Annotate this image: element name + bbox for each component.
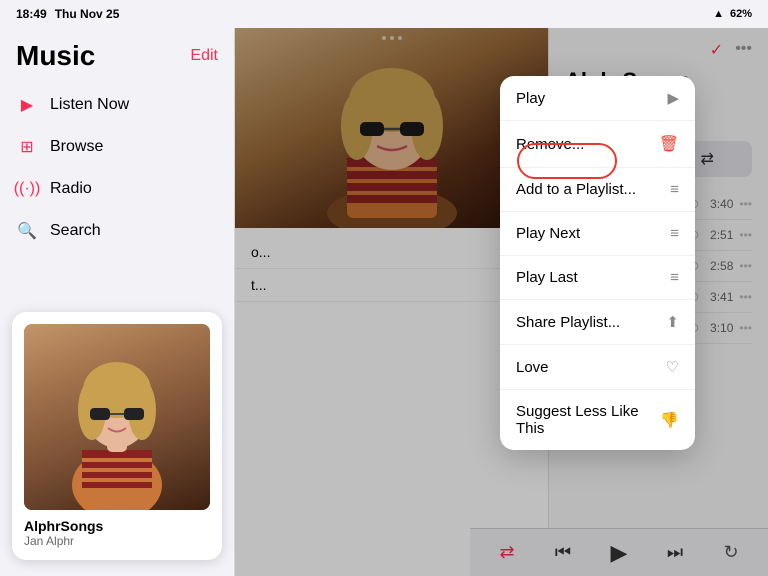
sidebar-edit-button[interactable]: Edit	[190, 47, 218, 65]
sidebar-item-listen-now[interactable]: ▶ Listen Now	[0, 84, 234, 126]
context-share-playlist-label: Share Playlist...	[516, 314, 666, 331]
sidebar-header: Music Edit	[0, 36, 234, 80]
app-container: Music Edit ▶ Listen Now ⊞ Browse ((·)) R…	[0, 28, 768, 576]
sidebar-card[interactable]: AlphrSongs Jan Alphr	[12, 312, 222, 560]
context-play-icon: ▶	[667, 89, 679, 107]
context-add-playlist-icon: ≡	[670, 181, 679, 198]
status-date: Thu Nov 25	[55, 7, 120, 21]
sidebar: Music Edit ▶ Listen Now ⊞ Browse ((·)) R…	[0, 28, 235, 576]
sidebar-card-title: AlphrSongs	[24, 518, 210, 534]
context-menu-add-playlist[interactable]: Add to a Playlist... ≡	[500, 168, 695, 212]
sidebar-card-subtitle: Jan Alphr	[24, 534, 210, 548]
sidebar-item-label: Browse	[50, 138, 103, 156]
context-play-last-icon: ≡	[670, 269, 679, 286]
context-menu-remove[interactable]: Remove... 🗑	[500, 121, 695, 168]
wifi-icon: ▲	[713, 8, 724, 20]
context-share-playlist-icon: ⬆	[666, 313, 679, 331]
listen-now-icon: ▶	[16, 94, 38, 116]
status-left: 18:49 Thu Nov 25	[16, 7, 119, 21]
sidebar-nav: ▶ Listen Now ⊞ Browse ((·)) Radio 🔍 Sear…	[0, 80, 234, 256]
context-menu-suggest-less[interactable]: Suggest Less Like This 👎	[500, 390, 695, 450]
context-suggest-less-icon: 👎	[660, 411, 679, 429]
context-play-label: Play	[516, 90, 667, 107]
sidebar-item-label: Radio	[50, 180, 92, 198]
context-love-icon: ♡	[666, 358, 679, 376]
sidebar-item-search[interactable]: 🔍 Search	[0, 210, 234, 252]
context-remove-label: Remove...	[516, 136, 659, 153]
context-add-playlist-label: Add to a Playlist...	[516, 181, 670, 198]
context-menu-share-playlist[interactable]: Share Playlist... ⬆	[500, 300, 695, 345]
context-menu-play-last[interactable]: Play Last ≡	[500, 256, 695, 300]
browse-icon: ⊞	[16, 136, 38, 158]
context-menu-play[interactable]: Play ▶	[500, 76, 695, 121]
context-menu-love[interactable]: Love ♡	[500, 345, 695, 390]
context-suggest-less-label: Suggest Less Like This	[516, 403, 660, 437]
sidebar-card-image	[24, 324, 210, 510]
radio-icon: ((·))	[16, 178, 38, 200]
status-time: 18:49	[16, 7, 47, 21]
context-remove-icon: 🗑	[659, 134, 679, 154]
sidebar-item-label: Listen Now	[50, 96, 129, 114]
context-play-last-label: Play Last	[516, 269, 670, 286]
main-content: o... ••• t... ••• ✓ •••	[235, 28, 768, 576]
context-play-next-label: Play Next	[516, 225, 670, 242]
search-icon: 🔍	[16, 220, 38, 242]
sidebar-item-browse[interactable]: ⊞ Browse	[0, 126, 234, 168]
context-menu-play-next[interactable]: Play Next ≡	[500, 212, 695, 256]
sidebar-item-label: Search	[50, 222, 101, 240]
context-menu: Play ▶ Remove... 🗑 Add to a Playlist... …	[500, 76, 695, 450]
sidebar-item-radio[interactable]: ((·)) Radio	[0, 168, 234, 210]
sidebar-title: Music	[16, 40, 95, 72]
status-right: ▲ 62%	[713, 8, 752, 20]
battery-text: 62%	[730, 8, 752, 20]
context-play-next-icon: ≡	[670, 225, 679, 242]
status-bar: 18:49 Thu Nov 25 ▲ 62%	[0, 0, 768, 28]
context-love-label: Love	[516, 359, 666, 376]
